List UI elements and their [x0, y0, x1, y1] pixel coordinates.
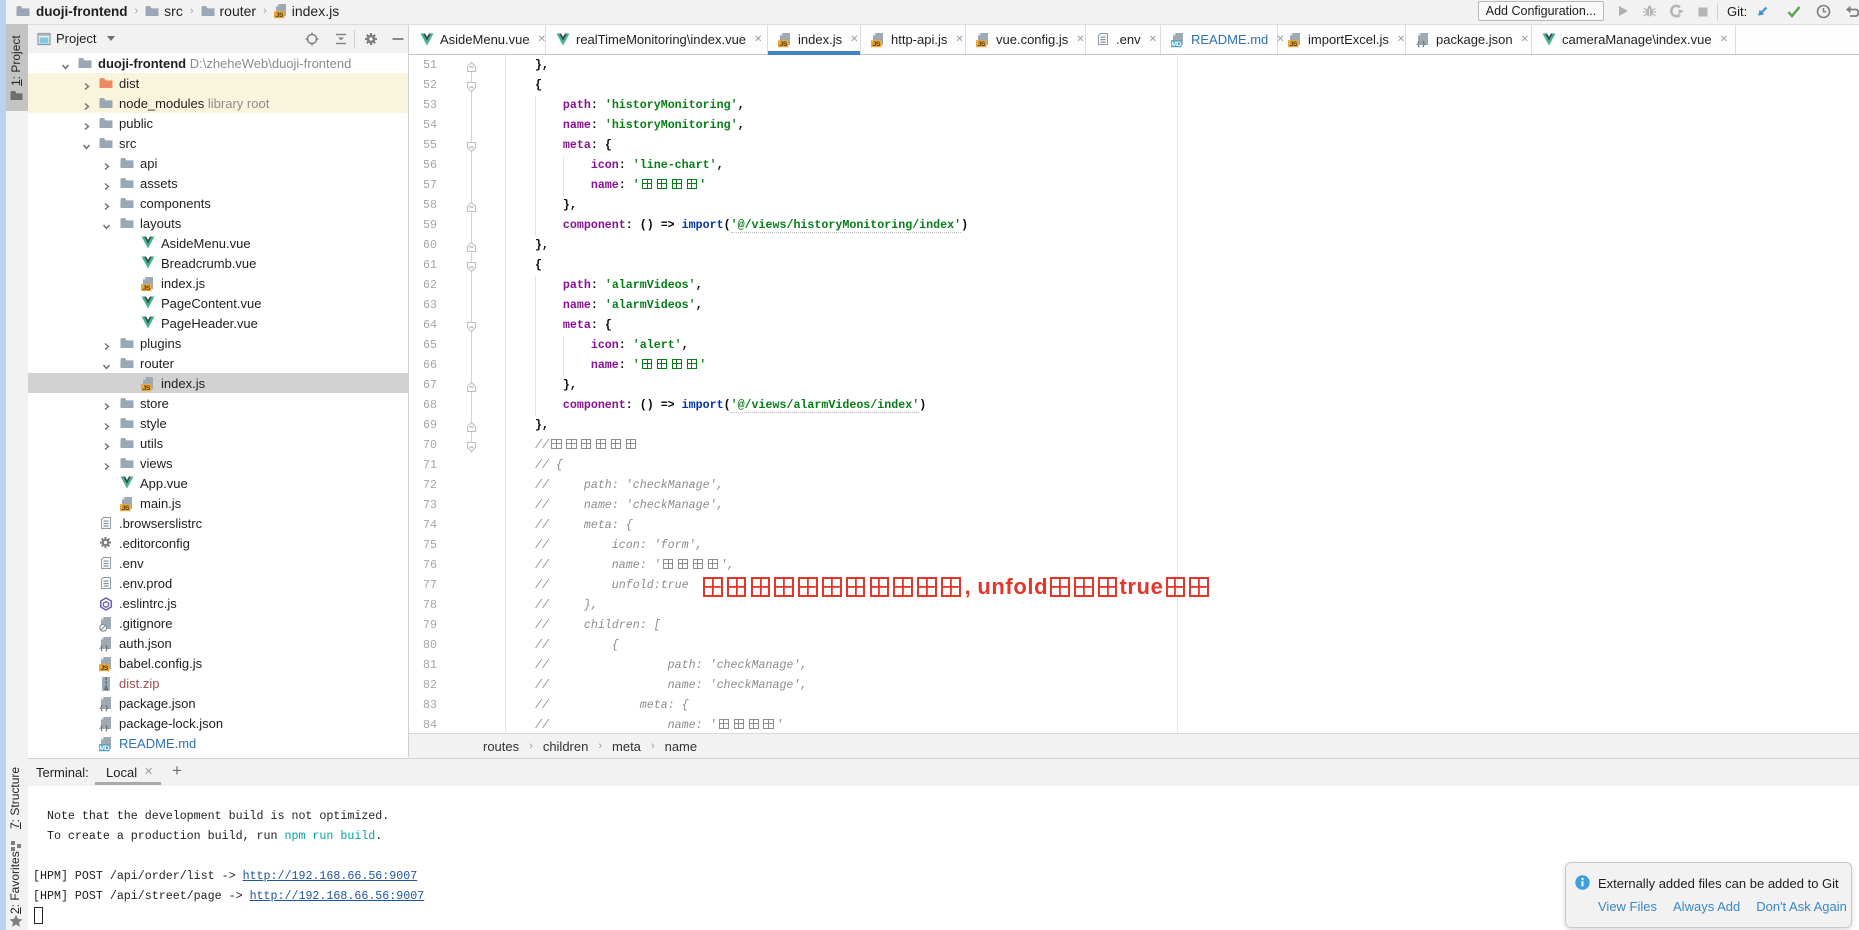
svg-text:MD: MD — [1171, 41, 1181, 48]
svg-text:JS: JS — [121, 505, 129, 512]
svg-text:JS: JS — [142, 385, 150, 392]
svg-text:JS: JS — [872, 41, 880, 48]
svg-text:JS: JS — [977, 41, 985, 48]
svg-text:MD: MD — [99, 745, 109, 752]
svg-text:JS: JS — [275, 12, 283, 19]
svg-text:JS: JS — [1289, 41, 1297, 48]
svg-text:JS: JS — [779, 41, 787, 48]
svg-text:JS: JS — [142, 285, 150, 292]
svg-text:JS: JS — [100, 665, 108, 672]
